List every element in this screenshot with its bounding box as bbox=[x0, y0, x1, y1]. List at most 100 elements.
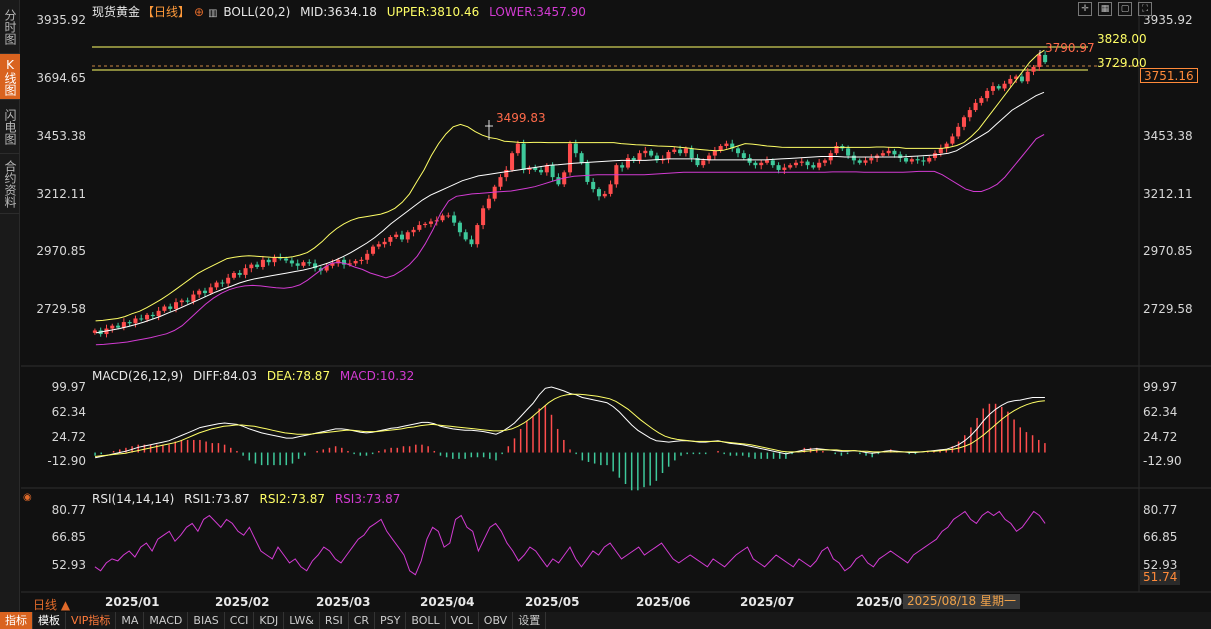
candle-body bbox=[370, 246, 376, 254]
chart-canvas[interactable]: 3935.92 3694.65 3453.38 3212.11 2970.85 2729.… bbox=[21, 0, 1211, 612]
candle-body bbox=[284, 258, 289, 261]
indicator-tab-14[interactable]: OBV bbox=[479, 612, 514, 629]
candle-body bbox=[249, 264, 254, 269]
indicator-tab-0[interactable]: 指标 bbox=[0, 612, 33, 629]
candle-body bbox=[886, 150, 891, 154]
candle-body bbox=[150, 314, 155, 317]
price-left-tick-label: 2970.85 bbox=[36, 244, 86, 258]
candle-body bbox=[857, 160, 862, 163]
instrument-name: 现货黄金 bbox=[92, 5, 141, 19]
candle-body bbox=[869, 157, 874, 161]
indicator-tab-3[interactable]: MA bbox=[116, 612, 145, 629]
macd-tick-label: 62.34 bbox=[1143, 405, 1177, 419]
price-tick-label: 3453.38 bbox=[1143, 129, 1193, 143]
indicator-tab-13[interactable]: VOL bbox=[446, 612, 479, 629]
candle-body bbox=[133, 318, 138, 324]
tab-k-line-chart[interactable]: K线图 bbox=[0, 54, 20, 100]
candle-body bbox=[185, 300, 190, 302]
macd-left-tick-label: 62.34 bbox=[52, 405, 86, 419]
tab-flash-chart[interactable]: 闪电图 bbox=[0, 100, 20, 154]
grid-icon[interactable]: ▦ bbox=[1098, 2, 1112, 16]
candle-body bbox=[521, 143, 526, 170]
date-tick-label: 2025/06 bbox=[636, 595, 690, 609]
candle-body bbox=[243, 268, 248, 275]
candle-body bbox=[608, 184, 613, 194]
candle-body bbox=[985, 90, 990, 99]
price-tick-label: 2970.85 bbox=[1143, 244, 1193, 258]
indicator-tab-5[interactable]: BIAS bbox=[188, 612, 225, 629]
current-price-tag: 3751.16 bbox=[1140, 68, 1198, 83]
candle-body bbox=[649, 150, 654, 156]
indicator-tab-7[interactable]: KDJ bbox=[254, 612, 285, 629]
candle-body bbox=[127, 322, 132, 324]
candle-body bbox=[1002, 83, 1007, 89]
candle-body bbox=[637, 153, 642, 161]
candle-body bbox=[202, 290, 208, 294]
fullscreen-icon[interactable]: ⛶ bbox=[1138, 2, 1152, 16]
candle-body bbox=[712, 150, 717, 156]
candle-body bbox=[376, 244, 381, 247]
candle-body bbox=[289, 260, 294, 264]
candle-body bbox=[805, 161, 810, 166]
candle-body bbox=[741, 153, 746, 158]
price-tick-label: 2729.58 bbox=[1143, 302, 1193, 316]
candle-body bbox=[365, 253, 370, 260]
candle-body bbox=[625, 157, 630, 168]
indicator-icon[interactable]: ▥ bbox=[208, 8, 217, 19]
date-tick-label: 2025/03 bbox=[316, 595, 370, 609]
price-left-tick-label: 3694.65 bbox=[36, 71, 86, 85]
candle-body bbox=[990, 86, 995, 91]
candle-body bbox=[550, 165, 555, 178]
tab-contract-info[interactable]: 合约资料 bbox=[0, 154, 20, 214]
candle-body bbox=[938, 148, 943, 154]
candle-body bbox=[764, 160, 770, 163]
boll-mid: MID:3634.18 bbox=[300, 5, 377, 19]
candle-body bbox=[799, 161, 804, 163]
candle-body bbox=[863, 160, 868, 163]
candle-body bbox=[573, 143, 578, 154]
candle-body bbox=[301, 262, 306, 266]
indicator-tab-15[interactable]: 设置 bbox=[513, 612, 547, 629]
add-icon[interactable]: ⊕ bbox=[194, 5, 204, 19]
indicator-tab-1[interactable]: 模板 bbox=[33, 612, 66, 629]
price-left-tick-label: 3935.92 bbox=[36, 13, 86, 27]
line-3828-label: 3828.00 bbox=[1097, 32, 1147, 46]
candle-body bbox=[979, 98, 984, 103]
indicator-tab-6[interactable]: CCI bbox=[225, 612, 255, 629]
price-left-tick-label: 2729.58 bbox=[36, 302, 86, 316]
candle-body bbox=[399, 234, 405, 240]
crosshair-icon[interactable]: ✛ bbox=[1078, 2, 1092, 16]
candle-body bbox=[515, 143, 520, 154]
rsi1-value: RSI1:73.87 bbox=[184, 492, 250, 506]
indicator-tab-4[interactable]: MACD bbox=[144, 612, 189, 629]
candle-body bbox=[683, 148, 688, 154]
candle-body bbox=[591, 181, 596, 190]
window-icon[interactable]: ▢ bbox=[1118, 2, 1132, 16]
candle-body bbox=[179, 300, 184, 303]
candle-body bbox=[770, 160, 775, 166]
indicator-tab-12[interactable]: BOLL bbox=[406, 612, 446, 629]
indicator-tab-9[interactable]: RSI bbox=[320, 612, 349, 629]
indicator-tab-2[interactable]: VIP指标 bbox=[66, 612, 117, 629]
candle-body bbox=[139, 318, 144, 320]
candle-body bbox=[156, 310, 161, 317]
record-icon[interactable]: ◉ bbox=[23, 492, 32, 503]
candle-body bbox=[1031, 66, 1036, 72]
macd-diff: DIFF:84.03 bbox=[192, 369, 258, 383]
indicator-tab-11[interactable]: PSY bbox=[375, 612, 407, 629]
period-selector[interactable]: 日线 ▲ bbox=[33, 596, 70, 613]
candle-body bbox=[788, 165, 793, 168]
indicator-tab-8[interactable]: LW& bbox=[284, 612, 320, 629]
indicator-tab-10[interactable]: CR bbox=[349, 612, 376, 629]
price-left-tick-label: 3453.38 bbox=[36, 129, 86, 143]
tab-time-chart[interactable]: 分时图 bbox=[0, 0, 20, 54]
candle-body bbox=[596, 189, 601, 197]
candle-body bbox=[1025, 71, 1030, 82]
candle-body bbox=[753, 162, 758, 166]
candle-body bbox=[197, 290, 202, 295]
window-controls: ✛ ▦ ▢ ⛶ bbox=[1078, 2, 1152, 16]
candle-body bbox=[915, 159, 920, 161]
candle-body bbox=[996, 86, 1001, 89]
candle-body bbox=[759, 162, 764, 166]
candle-body bbox=[567, 143, 573, 173]
